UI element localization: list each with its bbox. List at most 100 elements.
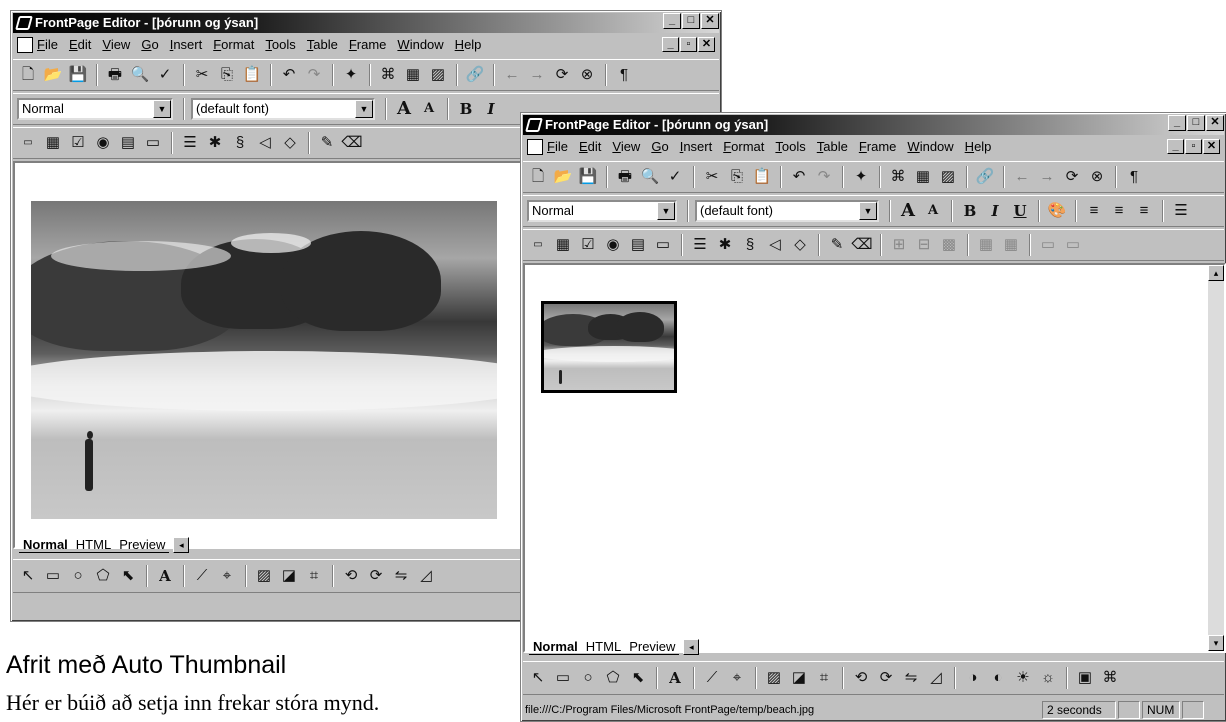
underline-icon[interactable]: U: [1009, 200, 1031, 222]
stop-icon[interactable]: ⊗: [576, 64, 598, 86]
draw-line-icon[interactable]: ⟋: [701, 667, 723, 689]
pointer-icon[interactable]: ↖: [17, 565, 39, 587]
decrease-font-icon[interactable]: A: [922, 200, 944, 222]
tab-normal[interactable]: Normal: [19, 537, 72, 553]
image-icon[interactable]: ▨: [763, 667, 785, 689]
font-select[interactable]: (default font) ▼: [191, 98, 375, 120]
undo-icon[interactable]: ↶: [788, 166, 810, 188]
checkbox-icon[interactable]: ☑: [67, 132, 89, 154]
rotate-right-icon[interactable]: ⟳: [365, 565, 387, 587]
table-icon[interactable]: ▦: [402, 64, 424, 86]
draw-line-icon[interactable]: ⟋: [191, 565, 213, 587]
menu-frame[interactable]: Frame: [349, 34, 387, 56]
scroll-left-icon[interactable]: ◂: [683, 639, 700, 655]
cut-icon[interactable]: ✂: [701, 166, 723, 188]
less-brightness-icon[interactable]: ☼: [1037, 667, 1059, 689]
spelling-icon[interactable]: ✓: [664, 166, 686, 188]
bevel-icon[interactable]: ◿: [415, 565, 437, 587]
close-button[interactable]: ✕: [701, 13, 719, 29]
image-icon[interactable]: ▨: [427, 64, 449, 86]
menu-go[interactable]: Go: [141, 34, 158, 56]
hyperlink-icon[interactable]: 🔗: [974, 166, 996, 188]
menu-view[interactable]: View: [612, 136, 640, 158]
polygon-icon[interactable]: ⬠: [602, 667, 624, 689]
eraser-icon[interactable]: ⌫: [851, 234, 873, 256]
menu-format[interactable]: Format: [213, 34, 254, 56]
menu-go[interactable]: Go: [651, 136, 668, 158]
less-contrast-icon[interactable]: ◐: [987, 667, 1009, 689]
scroll-left-icon[interactable]: ◂: [173, 537, 190, 553]
scrolling-textbox-icon[interactable]: ▦: [42, 132, 64, 154]
textbox-icon[interactable]: ▭: [17, 132, 39, 154]
webbot-icon[interactable]: ✦: [850, 166, 872, 188]
show-all-icon[interactable]: ¶: [613, 64, 635, 86]
animation-icon[interactable]: ✱: [714, 234, 736, 256]
table-icon[interactable]: ▦: [912, 166, 934, 188]
insert-cell-icon[interactable]: ⊟: [913, 234, 935, 256]
wash-out-icon[interactable]: ⌘: [1099, 667, 1121, 689]
title-bar[interactable]: FrontPage Editor - [þórunn og ýsan]: [13, 13, 719, 33]
redo-icon[interactable]: ↷: [813, 166, 835, 188]
rectangle-icon[interactable]: ▭: [552, 667, 574, 689]
show-all-icon[interactable]: ¶: [1123, 166, 1145, 188]
align-center-icon[interactable]: ≡: [1108, 200, 1130, 222]
script-icon[interactable]: §: [229, 132, 251, 154]
push-button-icon[interactable]: ▭: [652, 234, 674, 256]
pointer-icon[interactable]: ↖: [527, 667, 549, 689]
doc-restore-button[interactable]: ▫: [1185, 139, 1202, 154]
close-button[interactable]: ✕: [1206, 115, 1224, 131]
radio-icon[interactable]: ◉: [602, 234, 624, 256]
more-brightness-icon[interactable]: ☀: [1012, 667, 1034, 689]
hyperlink-icon[interactable]: 🔗: [464, 64, 486, 86]
dropdown-arrow-icon[interactable]: ▼: [859, 202, 877, 220]
menu-file[interactable]: File: [37, 34, 58, 56]
document-icon[interactable]: [527, 139, 543, 155]
sound-icon[interactable]: ◁: [254, 132, 276, 154]
minimize-button[interactable]: _: [1168, 115, 1186, 131]
insert-rows-icon[interactable]: ⊞: [888, 234, 910, 256]
dropdown-arrow-icon[interactable]: ▼: [657, 202, 675, 220]
italic-icon[interactable]: I: [984, 200, 1006, 222]
back-icon[interactable]: ←: [501, 64, 523, 86]
copy-icon[interactable]: ⎘: [216, 64, 238, 86]
print-icon[interactable]: 🖶: [104, 64, 126, 86]
activex-icon[interactable]: ◇: [789, 234, 811, 256]
rotate-right-icon[interactable]: ⟳: [875, 667, 897, 689]
merge-cells-icon[interactable]: ▩: [938, 234, 960, 256]
open-icon[interactable]: 📂: [552, 166, 574, 188]
doc-close-button[interactable]: ✕: [1203, 139, 1220, 154]
forward-icon[interactable]: →: [526, 64, 548, 86]
menu-edit[interactable]: Edit: [579, 136, 601, 158]
crosshair-icon[interactable]: ⌖: [216, 565, 238, 587]
rectangle-icon[interactable]: ▭: [42, 565, 64, 587]
checkbox-icon[interactable]: ☑: [577, 234, 599, 256]
menu-tools[interactable]: Tools: [775, 136, 805, 158]
menu-file[interactable]: File: [547, 136, 568, 158]
align-top-icon[interactable]: ▭: [1037, 234, 1059, 256]
sound-icon[interactable]: ◁: [764, 234, 786, 256]
print-preview-icon[interactable]: 🔍: [639, 166, 661, 188]
bevel-icon[interactable]: ◿: [925, 667, 947, 689]
align-left-icon[interactable]: ≡: [1083, 200, 1105, 222]
increase-font-icon[interactable]: A: [393, 98, 415, 120]
tab-preview[interactable]: Preview: [625, 639, 680, 655]
maximize-button[interactable]: □: [1187, 115, 1205, 131]
new-icon[interactable]: 🗋: [17, 64, 39, 86]
text-icon[interactable]: A: [154, 565, 176, 587]
circle-icon[interactable]: ○: [577, 667, 599, 689]
rotate-left-icon[interactable]: ⟲: [850, 667, 872, 689]
document-icon[interactable]: [17, 37, 33, 53]
redo-icon[interactable]: ↷: [303, 64, 325, 86]
eraser-icon[interactable]: ⌫: [341, 132, 363, 154]
hotspot-icon[interactable]: ⬉: [117, 565, 139, 587]
refresh-icon[interactable]: ⟳: [1061, 166, 1083, 188]
image-icon[interactable]: ▨: [937, 166, 959, 188]
doc-minimize-button[interactable]: _: [662, 37, 679, 52]
tab-preview[interactable]: Preview: [115, 537, 170, 553]
circle-icon[interactable]: ○: [67, 565, 89, 587]
menu-window[interactable]: Window: [397, 34, 443, 56]
save-icon[interactable]: 💾: [577, 166, 599, 188]
tab-html[interactable]: HTML: [581, 639, 626, 655]
menu-format[interactable]: Format: [723, 136, 764, 158]
hotspot-icon[interactable]: ⬉: [627, 667, 649, 689]
